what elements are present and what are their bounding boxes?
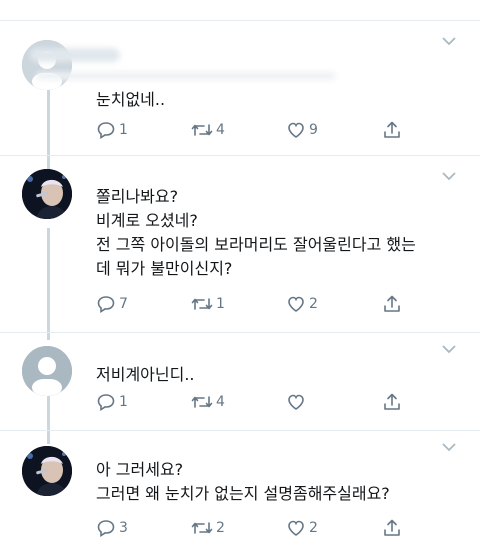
share-button[interactable] (382, 516, 402, 540)
heart-icon (288, 122, 304, 138)
tweet-actions: 3 2 2 (96, 516, 416, 540)
tweet-actions: 1 4 9 (96, 118, 416, 142)
heart-icon (288, 394, 304, 410)
like-count: 2 (309, 296, 318, 312)
blurred-username (30, 48, 120, 62)
avatar[interactable] (22, 169, 72, 219)
like-count: 9 (309, 122, 318, 138)
retweet-count: 4 (216, 394, 225, 410)
reply-icon (97, 520, 115, 537)
reply-icon (97, 296, 115, 313)
reply-button[interactable]: 1 (96, 118, 128, 142)
reply-count: 3 (119, 520, 128, 536)
like-button[interactable] (286, 390, 309, 414)
profile-photo (22, 446, 72, 496)
share-button[interactable] (382, 118, 402, 142)
reply-icon (97, 394, 115, 411)
share-icon (384, 295, 400, 312)
reply-count: 1 (119, 122, 128, 138)
heart-icon (288, 520, 304, 536)
tweet-text: 쫄리나봐요? 비계로 오셨네? 전 그쪽 아이돌의 보라머리도 잘어울린다고 했… (96, 187, 416, 278)
like-button[interactable]: 2 (286, 516, 318, 540)
reply-icon (97, 122, 115, 139)
reply-button[interactable]: 1 (96, 390, 128, 414)
tweet-text: 눈치없네.. (96, 90, 166, 109)
heart-icon (288, 296, 304, 312)
chevron-down-icon[interactable] (440, 342, 458, 356)
like-button[interactable]: 9 (286, 118, 318, 142)
retweet-button[interactable]: 4 (191, 118, 225, 142)
retweet-count: 4 (216, 122, 225, 138)
share-button[interactable] (382, 390, 402, 414)
avatar[interactable] (22, 446, 72, 496)
retweet-button[interactable]: 2 (191, 516, 225, 540)
default-avatar-icon (22, 346, 72, 396)
retweet-button[interactable]: 1 (191, 292, 225, 316)
tweet[interactable]: 쫄리나봐요? 비계로 오셨네? 전 그쪽 아이돌의 보라머리도 잘어울린다고 했… (0, 155, 480, 335)
reply-count: 1 (119, 394, 128, 410)
reply-button[interactable]: 7 (96, 292, 128, 316)
retweet-icon (191, 124, 213, 136)
share-button[interactable] (382, 292, 402, 316)
profile-photo (22, 169, 72, 219)
share-icon (384, 393, 400, 410)
tweet[interactable]: 아 그러세요? 그러면 왜 눈치가 없는지 설명좀해주실래요? 3 2 2 (0, 430, 480, 544)
like-count: 2 (309, 520, 318, 536)
retweet-count: 1 (216, 296, 225, 312)
tweet-actions: 1 4 (96, 390, 416, 414)
retweet-button[interactable]: 4 (191, 390, 225, 414)
tweet-thread: 눈치없네.. 1 4 9 쫄리나봐요? 비계로 오셨네? 전 그쪽 아이돌의 보… (0, 0, 480, 544)
chevron-down-icon[interactable] (440, 440, 458, 454)
reply-count: 7 (119, 296, 128, 312)
retweet-icon (191, 298, 213, 310)
retweet-icon (191, 396, 213, 408)
reply-button[interactable]: 3 (96, 516, 128, 540)
chevron-down-icon[interactable] (440, 34, 458, 48)
chevron-down-icon[interactable] (440, 169, 458, 183)
like-button[interactable]: 2 (286, 292, 318, 316)
share-icon (384, 121, 400, 138)
tweet[interactable]: 눈치없네.. 1 4 9 (0, 20, 480, 160)
tweet-text: 저비계아닌디.. (96, 365, 195, 384)
tweet[interactable]: 저비계아닌디.. 1 4 (0, 332, 480, 432)
retweet-count: 2 (216, 520, 225, 536)
avatar[interactable] (22, 346, 72, 396)
retweet-icon (191, 522, 213, 534)
blurred-handle (36, 72, 336, 80)
tweet-text: 아 그러세요? 그러면 왜 눈치가 없는지 설명좀해주실래요? (96, 460, 390, 503)
share-icon (384, 519, 400, 536)
tweet-actions: 7 1 2 (96, 292, 416, 316)
